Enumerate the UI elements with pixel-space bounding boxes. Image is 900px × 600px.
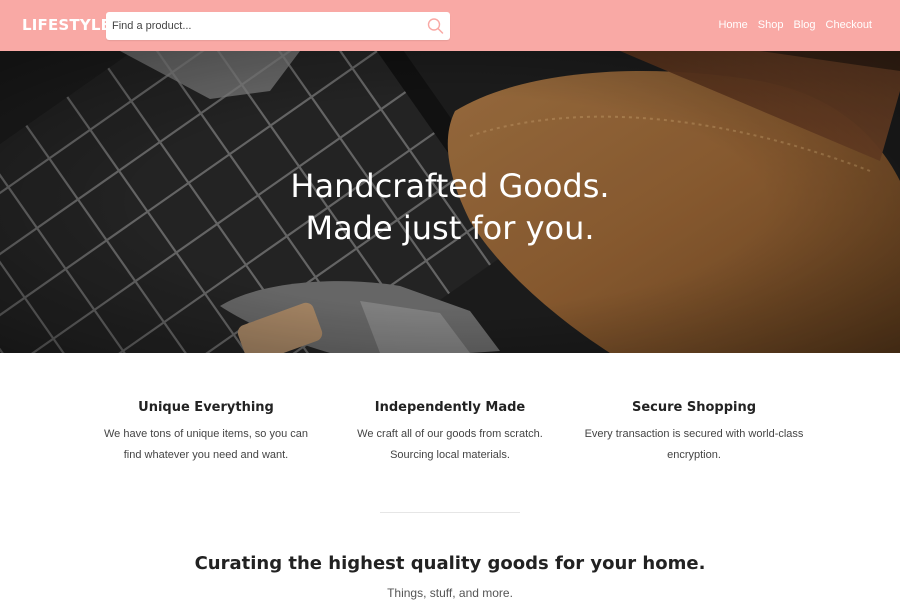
feature-title: Unique Everything: [138, 400, 274, 415]
search-bar: [106, 12, 450, 40]
site-logo[interactable]: LIFESTYLE: [22, 16, 111, 34]
search-input[interactable]: [106, 13, 406, 39]
nav-shop-link[interactable]: Shop: [758, 19, 784, 31]
section-divider: [380, 512, 520, 513]
hero-headline-line2: Made just for you.: [305, 209, 595, 247]
nav-checkout-link[interactable]: Checkout: [826, 19, 872, 31]
nav-home-link[interactable]: Home: [718, 19, 747, 31]
top-navbar: LIFESTYLE Home Shop Blog Checkout: [0, 0, 900, 51]
search-icon[interactable]: [426, 17, 444, 35]
feature-text: Every transaction is secured with world-…: [584, 428, 804, 461]
section-heading: Curating the highest quality goods for y…: [194, 553, 706, 574]
main-nav: Home Shop Blog Checkout: [708, 19, 872, 31]
feature-unique: Unique Everything We have tons of unique…: [96, 400, 316, 466]
feature-secure: Secure Shopping Every transaction is sec…: [584, 400, 804, 466]
feature-text: We craft all of our goods from scratch. …: [357, 428, 543, 461]
feature-text: We have tons of unique items, so you can…: [103, 428, 309, 461]
hero-headline: Handcrafted Goods. Made just for you.: [0, 165, 900, 249]
nav-blog-link[interactable]: Blog: [793, 19, 815, 31]
feature-title: Independently Made: [374, 400, 526, 415]
hero-banner: Handcrafted Goods. Made just for you.: [0, 51, 900, 353]
hero-headline-line1: Handcrafted Goods.: [290, 167, 610, 205]
section-subheading: Things, stuff, and more.: [387, 586, 513, 600]
feature-independent: Independently Made We craft all of our g…: [340, 400, 560, 466]
feature-title: Secure Shopping: [631, 400, 757, 415]
